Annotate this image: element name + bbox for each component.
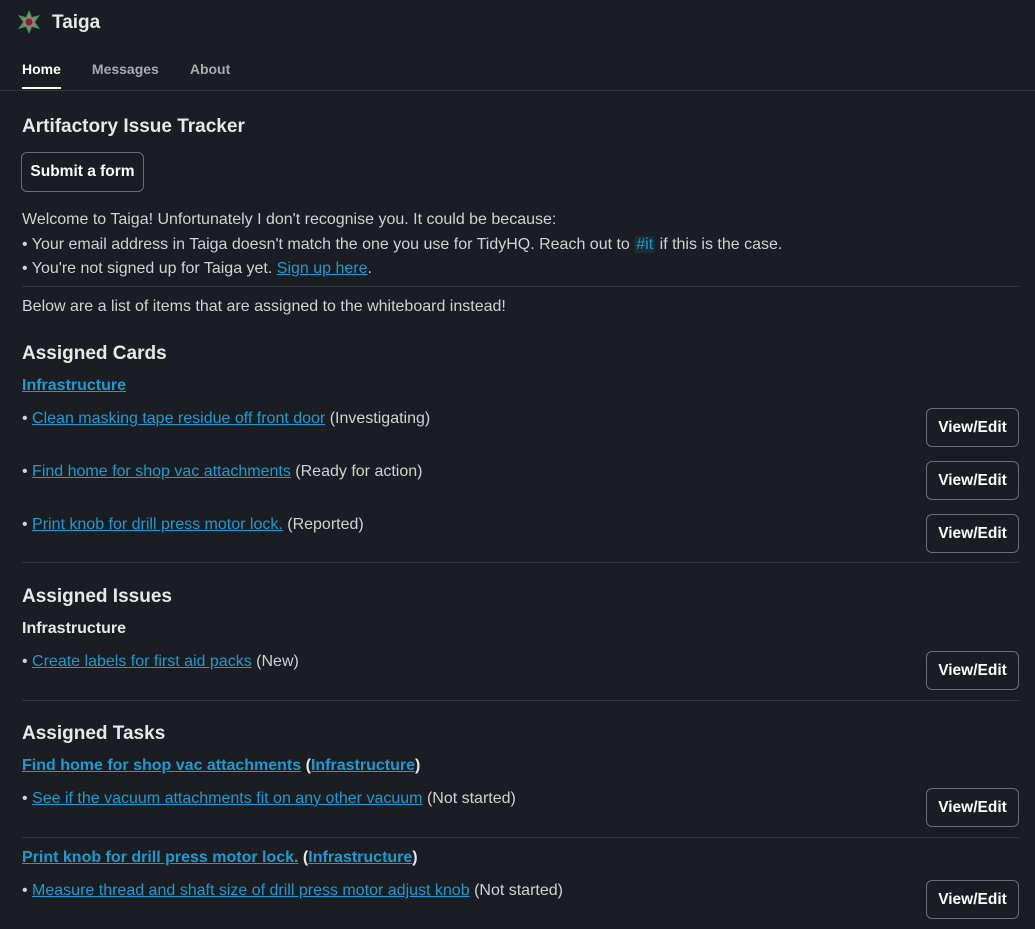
divider bbox=[22, 837, 1019, 838]
task-group-heading: Print knob for drill press motor lock. (… bbox=[22, 849, 418, 867]
card-item: • Clean masking tape residue off front d… bbox=[22, 410, 430, 428]
issue-item: • Create labels for first aid packs (New… bbox=[22, 653, 299, 671]
issue-status: (New) bbox=[256, 653, 299, 670]
assigned-cards-heading: Assigned Cards bbox=[22, 343, 167, 364]
card-link[interactable]: Print knob for drill press motor lock. bbox=[32, 516, 283, 533]
view-edit-button[interactable]: View/Edit bbox=[926, 461, 1019, 500]
bullet: • bbox=[22, 463, 33, 480]
divider bbox=[22, 286, 1019, 287]
it-channel-link[interactable]: #it bbox=[634, 236, 656, 253]
task-link[interactable]: See if the vacuum attachments fit on any… bbox=[32, 790, 422, 807]
task-item: • Measure thread and shaft size of drill… bbox=[22, 882, 563, 900]
task-status: (Not started) bbox=[426, 790, 516, 807]
bullet: • bbox=[22, 790, 33, 807]
reason1-suffix: if this is the case. bbox=[655, 236, 783, 253]
card-link[interactable]: Clean masking tape residue off front doo… bbox=[32, 410, 325, 427]
tab-about[interactable]: About bbox=[190, 61, 230, 89]
cards-project: Infrastructure bbox=[22, 377, 126, 395]
taiga-logo-icon bbox=[18, 10, 40, 34]
tab-home[interactable]: Home bbox=[22, 61, 61, 89]
task-status: (Not started) bbox=[474, 882, 563, 899]
welcome-text: Welcome to Taiga! Unfortunately I don't … bbox=[22, 211, 557, 228]
view-edit-button[interactable]: View/Edit bbox=[926, 651, 1019, 690]
reason2-suffix: . bbox=[367, 260, 372, 277]
paren-close: ) bbox=[412, 849, 418, 866]
app-header: Taiga Home Messages About bbox=[0, 0, 1035, 91]
view-edit-button[interactable]: View/Edit bbox=[926, 514, 1019, 553]
card-status: (Investigating) bbox=[329, 410, 431, 427]
task-group-heading: Find home for shop vac attachments (Infr… bbox=[22, 757, 420, 775]
card-status: (Reported) bbox=[287, 516, 364, 533]
task-parent-link[interactable]: Find home for shop vac attachments bbox=[22, 757, 301, 774]
paren-open: ( bbox=[298, 849, 309, 866]
whiteboard-note: Below are a list of items that are assig… bbox=[22, 298, 506, 315]
issue-link[interactable]: Create labels for first aid packs bbox=[32, 653, 252, 670]
sign-up-link[interactable]: Sign up here bbox=[277, 260, 368, 277]
task-parent-link[interactable]: Print knob for drill press motor lock. bbox=[22, 849, 298, 866]
app-title: Taiga bbox=[52, 12, 101, 33]
page-title: Artifactory Issue Tracker bbox=[22, 116, 245, 137]
divider bbox=[22, 562, 1019, 563]
issues-project: Infrastructure bbox=[22, 620, 127, 637]
bullet: • bbox=[22, 516, 33, 533]
tab-bar: Home Messages About bbox=[22, 61, 230, 89]
submit-form-button[interactable]: Submit a form bbox=[21, 152, 144, 192]
assigned-issues-heading: Assigned Issues bbox=[22, 586, 172, 607]
card-item: • Print knob for drill press motor lock.… bbox=[22, 516, 364, 534]
card-status: (Ready for action) bbox=[295, 463, 423, 480]
paren-close: ) bbox=[414, 757, 421, 774]
divider bbox=[22, 700, 1019, 701]
card-link[interactable]: Find home for shop vac attachments bbox=[32, 463, 291, 480]
task-link[interactable]: Measure thread and shaft size of drill p… bbox=[32, 882, 470, 899]
paren-open: ( bbox=[301, 757, 311, 774]
task-item: • See if the vacuum attachments fit on a… bbox=[22, 790, 516, 808]
view-edit-button[interactable]: View/Edit bbox=[926, 788, 1019, 827]
cards-project-link[interactable]: Infrastructure bbox=[22, 377, 126, 394]
view-edit-button[interactable]: View/Edit bbox=[926, 880, 1019, 919]
reason-email-mismatch: • Your email address in Taiga doesn't ma… bbox=[22, 236, 782, 254]
reason-not-signed-up: • You're not signed up for Taiga yet. Si… bbox=[22, 260, 372, 278]
bullet: • bbox=[22, 410, 33, 427]
task-project-link[interactable]: Infrastructure bbox=[308, 849, 412, 866]
reason2-text: • You're not signed up for Taiga yet. bbox=[22, 260, 277, 277]
task-project-link[interactable]: Infrastructure bbox=[311, 757, 415, 774]
view-edit-button[interactable]: View/Edit bbox=[926, 408, 1019, 447]
bullet: • bbox=[22, 653, 33, 670]
tab-messages[interactable]: Messages bbox=[92, 61, 159, 89]
bullet: • bbox=[22, 882, 33, 899]
assigned-tasks-heading: Assigned Tasks bbox=[22, 723, 166, 744]
reason1-text: • Your email address in Taiga doesn't ma… bbox=[22, 236, 635, 253]
card-item: • Find home for shop vac attachments (Re… bbox=[22, 463, 422, 481]
